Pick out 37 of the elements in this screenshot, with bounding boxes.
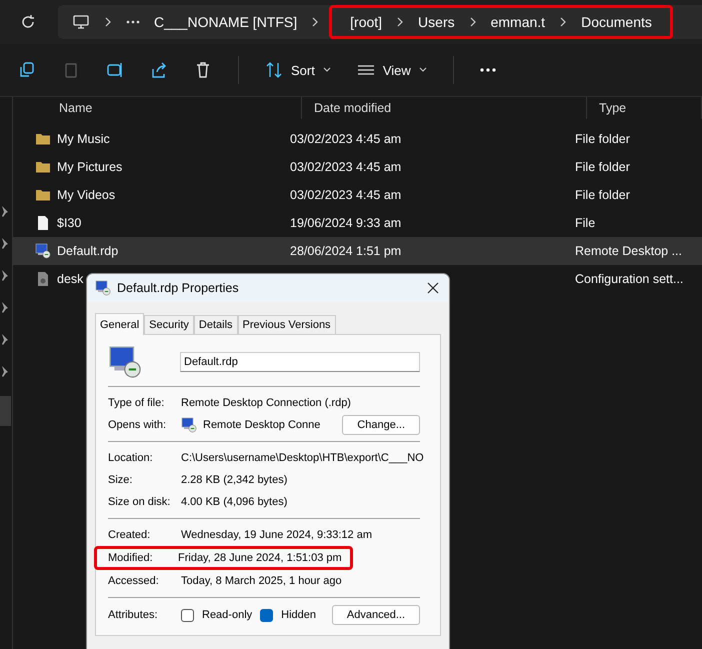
property-label: Attributes:	[108, 609, 159, 621]
property-label: Size on disk:	[108, 496, 172, 508]
date-modified: 03/02/2023 4:45 am	[290, 132, 402, 146]
file-type: File folder	[575, 132, 631, 146]
checkbox-label: Read-only	[202, 609, 252, 621]
file-type: Configuration sett...	[575, 272, 684, 286]
property-value: Wednesday, 19 June 2024, 9:33:12 am	[181, 529, 374, 541]
property-label: Type of file:	[108, 397, 166, 409]
property-value: 2.28 KB (2,342 bytes)	[181, 474, 288, 486]
property-label: Modified:	[108, 552, 154, 564]
property-label: Size:	[108, 474, 134, 486]
dialog-title: Default.rdp Properties	[117, 281, 240, 295]
date-modified: 19/06/2024 9:33 am	[290, 216, 402, 230]
property-label: Location:	[108, 452, 154, 464]
property-value: Friday, 28 June 2024, 1:51:03 pm	[178, 552, 342, 564]
file-type: Remote Desktop ...	[575, 244, 683, 258]
property-label: Opens with:	[108, 419, 168, 431]
file-name: Default.rdp	[57, 244, 118, 258]
checkbox-label: Hidden	[281, 609, 316, 621]
property-value: 4.00 KB (4,096 bytes)	[181, 496, 288, 508]
property-value: Remote Desktop Conne	[203, 419, 320, 431]
property-value: Today, 8 March 2025, 1 hour ago	[181, 575, 343, 587]
property-label: Accessed:	[108, 575, 160, 587]
property-value: Remote Desktop Connection (.rdp)	[181, 397, 352, 409]
file-name: $I30	[57, 216, 82, 230]
file-name: My Pictures	[57, 160, 122, 174]
file-type: File folder	[575, 160, 631, 174]
property-value: C:\Users\username\Desktop\HTB\export\C___NO	[181, 452, 424, 464]
file-name: desk	[57, 272, 84, 286]
date-modified: 03/02/2023 4:45 am	[290, 160, 402, 174]
file-name: My Videos	[57, 188, 116, 202]
file-type: File	[575, 216, 596, 230]
file-name: My Music	[57, 132, 110, 146]
property-label: Created:	[108, 529, 152, 541]
date-modified: 03/02/2023 4:45 am	[290, 188, 402, 202]
date-modified: 28/06/2024 1:51 pm	[290, 244, 402, 258]
file-type: File folder	[575, 188, 631, 202]
